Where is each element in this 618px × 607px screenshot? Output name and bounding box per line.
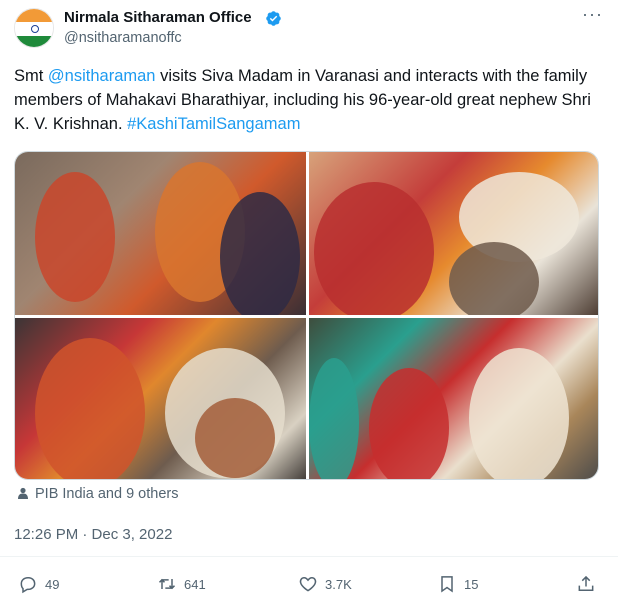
person-tag-icon [18, 487, 28, 499]
reply-count: 49 [45, 576, 60, 592]
tagged-users[interactable]: PIB India and 9 others [17, 486, 179, 502]
tweet-text: Smt @nsitharaman visits Siva Madam in Va… [14, 64, 606, 136]
bookmark-count: 15 [464, 576, 479, 592]
bookmark-icon [441, 576, 453, 593]
like-count: 3.7K [325, 576, 352, 592]
ashoka-chakra-icon [31, 25, 39, 33]
photo-3[interactable] [15, 318, 306, 479]
repost-button[interactable]: 641 [157, 574, 206, 594]
photo-2[interactable] [309, 152, 598, 315]
share-icon [578, 575, 594, 591]
author-name[interactable]: Nirmala Sitharaman Office [64, 9, 252, 26]
avatar[interactable] [14, 8, 54, 48]
reply-button[interactable]: 49 [18, 574, 59, 594]
reply-icon [20, 577, 36, 594]
action-bar: 49 641 3.7K 15 [0, 570, 618, 598]
tweet-card: Nirmala Sitharaman Office @nsitharamanof… [0, 0, 618, 607]
photo-1[interactable] [15, 152, 306, 315]
mention-link[interactable]: @nsitharaman [48, 67, 156, 85]
author-handle[interactable]: @nsitharamanoffc [64, 30, 182, 46]
verified-badge-icon [266, 11, 281, 26]
flag-green-band [15, 36, 53, 47]
tagged-users-label: PIB India and 9 others [35, 486, 179, 502]
flag-saffron-band [15, 9, 53, 22]
heart-icon [299, 576, 317, 592]
timestamp[interactable]: 12:26 PM · Dec 3, 2022 [14, 526, 172, 543]
bookmark-button[interactable]: 15 [437, 574, 478, 594]
share-button[interactable] [576, 574, 603, 594]
media-grid [14, 151, 599, 480]
more-options-button[interactable]: ··· [582, 4, 603, 25]
photo-4[interactable] [309, 318, 598, 479]
tweet-prefix: Smt [14, 67, 48, 85]
like-button[interactable]: 3.7K [298, 574, 352, 594]
hashtag-link[interactable]: #KashiTamilSangamam [127, 115, 300, 133]
repost-icon [158, 578, 176, 590]
divider [0, 556, 618, 557]
repost-count: 641 [184, 576, 206, 592]
